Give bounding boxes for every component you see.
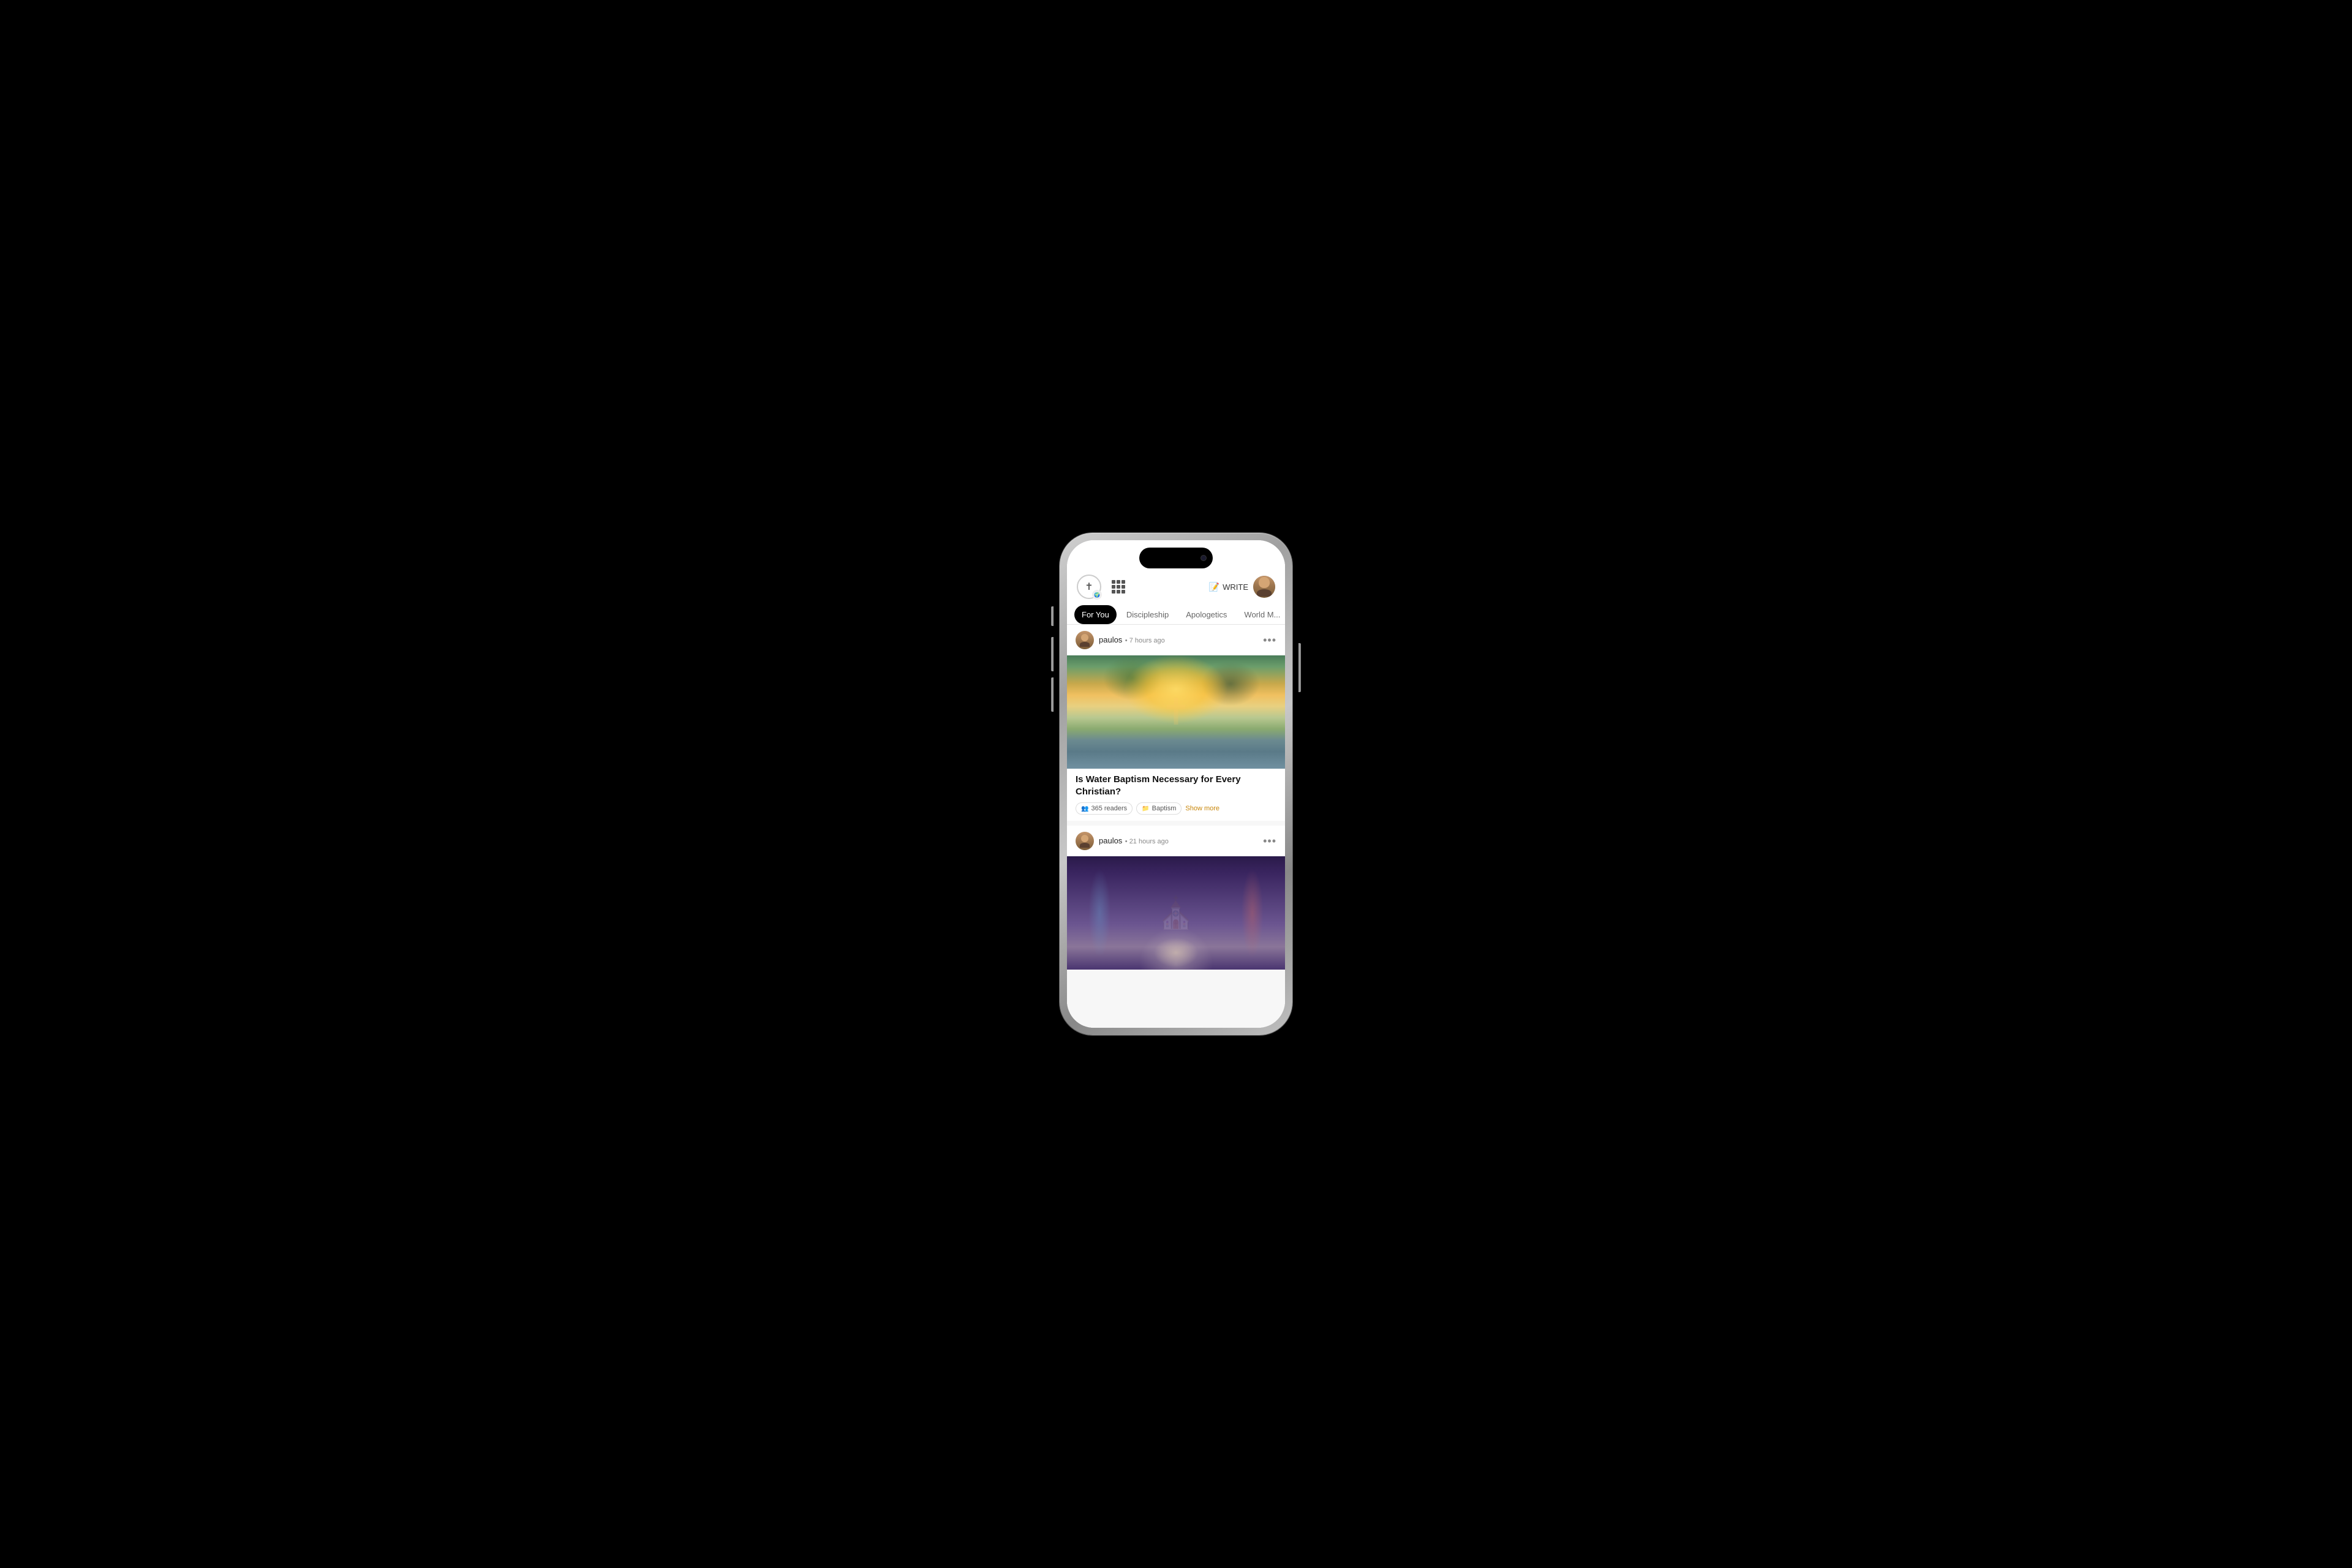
post-author-avatar[interactable] xyxy=(1076,631,1094,649)
tab-discipleship[interactable]: Discipleship xyxy=(1119,605,1176,624)
write-label: WRITE xyxy=(1223,582,1248,592)
phone-frame: ✝ 🌍 📝 WRITE xyxy=(1060,533,1292,1035)
category-label: Baptism xyxy=(1152,805,1177,812)
volume-down-button[interactable] xyxy=(1051,677,1054,712)
app-logo[interactable]: ✝ 🌍 xyxy=(1077,575,1101,599)
category-icon: 📁 xyxy=(1142,805,1149,812)
post-content: Is Water Baptism Necessary for Every Chr… xyxy=(1067,769,1285,821)
tab-apologetics[interactable]: Apologetics xyxy=(1178,605,1234,624)
show-more-button[interactable]: Show more xyxy=(1185,805,1219,812)
content-feed[interactable]: paulos • 7 hours ago ••• Is Water Baptis… xyxy=(1067,625,1285,1028)
cathedral-scene-image xyxy=(1067,856,1285,970)
post-author-name[interactable]: paulos xyxy=(1099,836,1122,845)
tab-for-you[interactable]: For You xyxy=(1074,605,1117,624)
mute-button[interactable] xyxy=(1051,606,1054,626)
post-timestamp: • 21 hours ago xyxy=(1125,838,1169,845)
post-author-name[interactable]: paulos xyxy=(1099,635,1122,644)
post-card: paulos • 21 hours ago ••• xyxy=(1067,826,1285,970)
dynamic-island xyxy=(1139,548,1213,568)
user-avatar[interactable] xyxy=(1253,576,1275,598)
post-more-button[interactable]: ••• xyxy=(1263,634,1276,647)
grid-menu-button[interactable] xyxy=(1109,577,1128,597)
post-image xyxy=(1067,655,1285,769)
post-header: paulos • 7 hours ago ••• xyxy=(1067,625,1285,655)
baptism-scene-image xyxy=(1067,655,1285,769)
logo-badge: 🌍 xyxy=(1092,590,1102,600)
tab-bar: For You Discipleship Apologetics World M… xyxy=(1067,605,1285,625)
readers-tag: 👥 365 readers xyxy=(1076,802,1133,815)
category-tag[interactable]: 📁 Baptism xyxy=(1136,802,1182,815)
post-author-avatar[interactable] xyxy=(1076,832,1094,850)
phone-screen: ✝ 🌍 📝 WRITE xyxy=(1067,540,1285,1028)
write-icon: 📝 xyxy=(1209,582,1219,592)
readers-icon: 👥 xyxy=(1081,805,1088,812)
post-timestamp: • 7 hours ago xyxy=(1125,637,1165,644)
front-camera xyxy=(1200,555,1207,561)
tab-world-missions[interactable]: World M... xyxy=(1237,605,1285,624)
cross-icon: ✝ xyxy=(1085,581,1093,593)
post-more-button[interactable]: ••• xyxy=(1263,835,1276,848)
readers-count: 365 readers xyxy=(1091,805,1127,812)
post-meta: paulos • 21 hours ago xyxy=(1099,835,1263,846)
post-meta: paulos • 7 hours ago xyxy=(1099,635,1263,646)
write-button[interactable]: 📝 WRITE xyxy=(1209,582,1248,592)
post-tags: 👥 365 readers 📁 Baptism Show more xyxy=(1076,802,1276,815)
volume-up-button[interactable] xyxy=(1051,637,1054,671)
post-image xyxy=(1067,856,1285,970)
app-screen: ✝ 🌍 📝 WRITE xyxy=(1067,540,1285,1028)
power-button[interactable] xyxy=(1298,643,1301,692)
post-card: paulos • 7 hours ago ••• Is Water Baptis… xyxy=(1067,625,1285,821)
grid-icon xyxy=(1112,580,1125,594)
post-header: paulos • 21 hours ago ••• xyxy=(1067,826,1285,856)
post-title[interactable]: Is Water Baptism Necessary for Every Chr… xyxy=(1076,774,1276,797)
